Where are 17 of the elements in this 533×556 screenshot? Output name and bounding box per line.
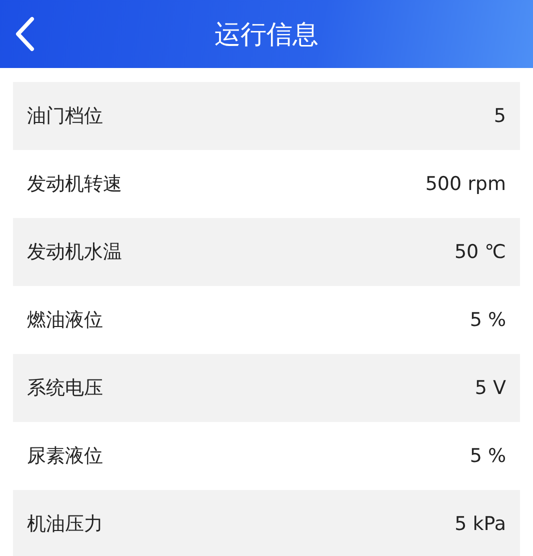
row-label: 油门档位 bbox=[27, 104, 103, 129]
row-label: 发动机转速 bbox=[27, 172, 122, 197]
page-title: 运行信息 bbox=[214, 18, 318, 52]
row-label: 机油压力 bbox=[27, 512, 103, 537]
row-value: 5 % bbox=[470, 445, 506, 467]
row-label: 发动机水温 bbox=[27, 240, 122, 265]
row-value: 500 rpm bbox=[425, 173, 506, 195]
back-icon bbox=[14, 16, 36, 52]
row-label: 燃油液位 bbox=[27, 308, 103, 333]
row-label: 系统电压 bbox=[27, 376, 103, 401]
row-value: 5 kPa bbox=[454, 513, 506, 535]
row-label: 尿素液位 bbox=[27, 444, 103, 469]
back-button[interactable] bbox=[14, 16, 36, 52]
row-value: 50 ℃ bbox=[454, 241, 506, 263]
row-value: 5 % bbox=[470, 309, 506, 331]
row-value: 5 bbox=[494, 105, 506, 127]
row-value: 5 V bbox=[474, 377, 506, 399]
